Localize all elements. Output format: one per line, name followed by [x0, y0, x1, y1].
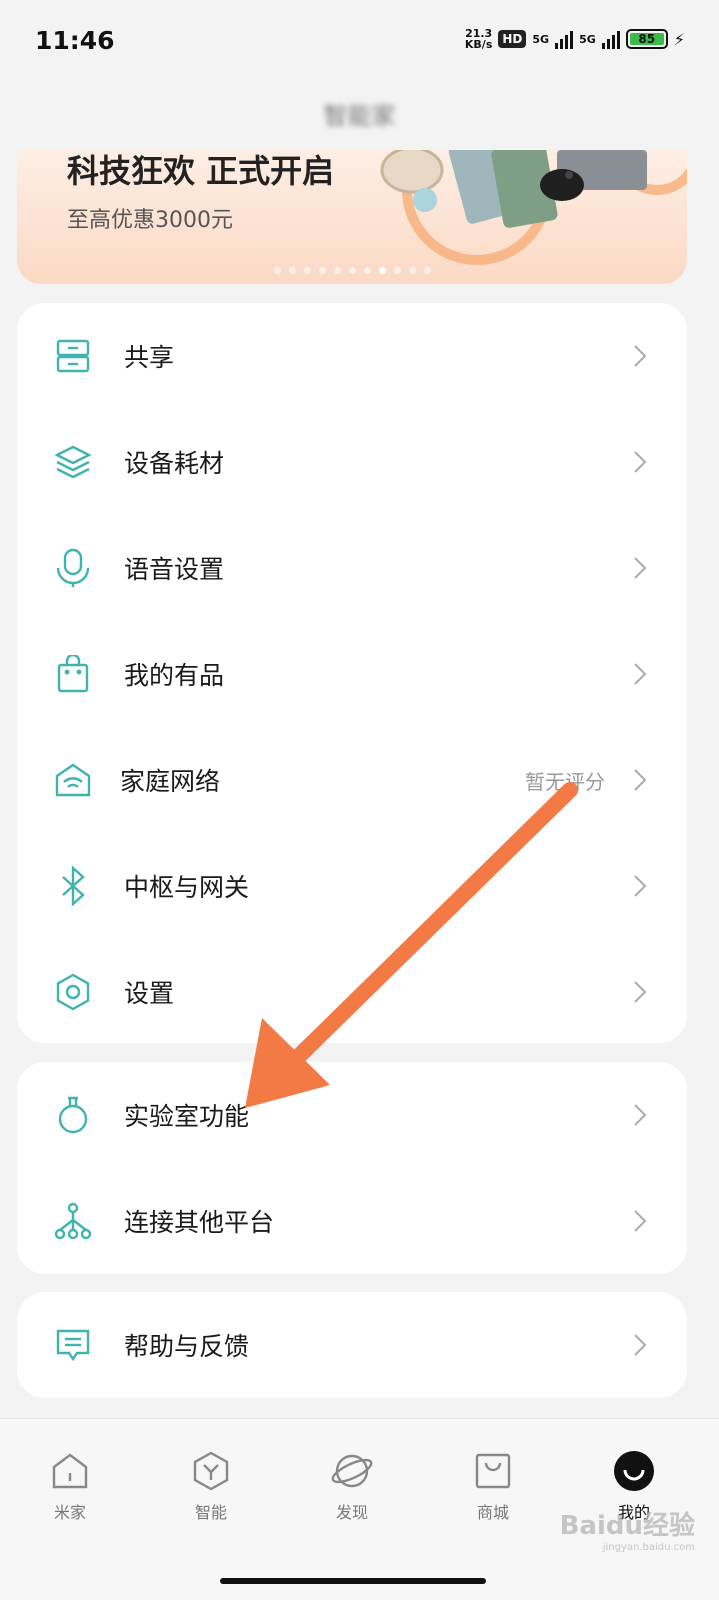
menu-item-share[interactable]: 共享	[17, 303, 687, 409]
chevron-right-icon	[634, 451, 647, 473]
pagination-dot	[318, 267, 326, 274]
smart-tab-icon	[171, 1449, 251, 1493]
page-title: 智能家	[323, 102, 396, 130]
menu-item-status: 暂无评分	[525, 769, 605, 794]
tab-smart[interactable]: 智能	[171, 1449, 251, 1523]
pagination-dot	[273, 267, 281, 274]
menu-item-hub-gateway[interactable]: 中枢与网关	[17, 833, 687, 939]
tab-discover[interactable]: 发现	[312, 1449, 392, 1523]
banner-product-image	[380, 150, 687, 265]
menu-item-label: 帮助与反馈	[124, 1332, 250, 1361]
clock: 11:46	[35, 26, 115, 55]
menu-item-label: 共享	[124, 343, 175, 372]
menu-item-label: 家庭网络	[120, 767, 221, 796]
chevron-right-icon	[634, 981, 647, 1003]
banner-pagination	[17, 267, 687, 274]
chevron-right-icon	[634, 1334, 647, 1356]
menu-item-home-network[interactable]: 家庭网络 暂无评分	[17, 727, 687, 833]
store-tab-icon	[453, 1449, 533, 1493]
pagination-dot	[393, 267, 401, 274]
feedback-icon	[53, 1325, 93, 1365]
network-nodes-icon	[53, 1201, 93, 1241]
share-icon	[53, 336, 93, 376]
home-tab-icon	[30, 1449, 110, 1493]
menu-item-label: 我的有品	[124, 661, 225, 690]
bluetooth-icon	[53, 866, 93, 906]
menu-item-lab-features[interactable]: 实验室功能	[17, 1062, 687, 1168]
pagination-dot	[288, 267, 296, 274]
profile-tab-icon	[594, 1449, 674, 1493]
menu-item-label: 设备耗材	[124, 449, 225, 478]
menu-item-voice-settings[interactable]: 语音设置	[17, 515, 687, 621]
home-wifi-icon	[53, 760, 93, 800]
tab-home[interactable]: 米家	[30, 1449, 110, 1523]
status-icons: 21.3 KB/s HD 5G 5G 85 ⚡	[465, 28, 685, 50]
menu-card-main: 共享 设备耗材 语音设置 我的有品 家庭网络 暂无评分 中枢与网关 设置	[17, 303, 687, 1043]
menu-item-label: 中枢与网关	[124, 873, 250, 902]
hd-voice-icon: HD	[498, 30, 527, 48]
chevron-right-icon	[634, 1210, 647, 1232]
menu-item-settings[interactable]: 设置	[17, 939, 687, 1045]
menu-item-consumables[interactable]: 设备耗材	[17, 409, 687, 515]
chevron-right-icon	[634, 1104, 647, 1126]
charging-icon: ⚡	[673, 29, 685, 49]
chevron-right-icon	[634, 345, 647, 367]
microphone-icon	[53, 548, 93, 588]
pagination-dot	[303, 267, 311, 274]
pagination-dot	[423, 267, 431, 274]
menu-item-help-feedback[interactable]: 帮助与反馈	[17, 1292, 687, 1398]
signal-icon-2	[601, 29, 620, 49]
pagination-dot	[363, 267, 371, 274]
chevron-right-icon	[634, 557, 647, 579]
status-bar: 11:46 21.3 KB/s HD 5G 5G 85 ⚡	[0, 0, 719, 80]
menu-item-label: 语音设置	[124, 555, 225, 584]
battery-icon: 85	[625, 29, 668, 49]
signal-icon	[555, 29, 574, 49]
chevron-right-icon	[634, 875, 647, 897]
sim1-label: 5G	[532, 32, 550, 46]
sim2-label: 5G	[579, 32, 596, 46]
shopping-bag-icon	[53, 654, 93, 694]
hexagon-settings-icon	[53, 972, 93, 1012]
planet-tab-icon	[312, 1449, 392, 1493]
layers-icon	[53, 442, 93, 482]
promo-banner[interactable]: 科技狂欢 正式开启 至高优惠3000元	[17, 150, 687, 284]
menu-item-label: 实验室功能	[124, 1102, 250, 1131]
menu-item-other-platforms[interactable]: 连接其他平台	[17, 1168, 687, 1274]
network-speed: 21.3 KB/s	[464, 27, 493, 51]
home-indicator[interactable]	[220, 1578, 486, 1584]
tab-store[interactable]: 商城	[453, 1449, 533, 1523]
pagination-dot	[333, 267, 341, 274]
watermark: Baidu经验 jingyan.baidu.com	[559, 1511, 695, 1553]
banner-headline: 科技狂欢 正式开启	[67, 152, 335, 190]
flask-icon	[53, 1095, 93, 1135]
chevron-right-icon	[634, 769, 647, 791]
menu-item-youpin[interactable]: 我的有品	[17, 621, 687, 727]
menu-card-help: 帮助与反馈	[17, 1292, 687, 1398]
battery-level: 85	[629, 33, 664, 46]
pagination-dot	[378, 267, 386, 274]
banner-subtitle: 至高优惠3000元	[67, 208, 233, 233]
chevron-right-icon	[634, 663, 647, 685]
pagination-dot	[348, 267, 356, 274]
menu-item-label: 设置	[124, 979, 175, 1008]
pagination-dot	[408, 267, 416, 274]
menu-item-label: 连接其他平台	[124, 1208, 275, 1237]
menu-card-labs: 实验室功能 连接其他平台	[17, 1062, 687, 1274]
